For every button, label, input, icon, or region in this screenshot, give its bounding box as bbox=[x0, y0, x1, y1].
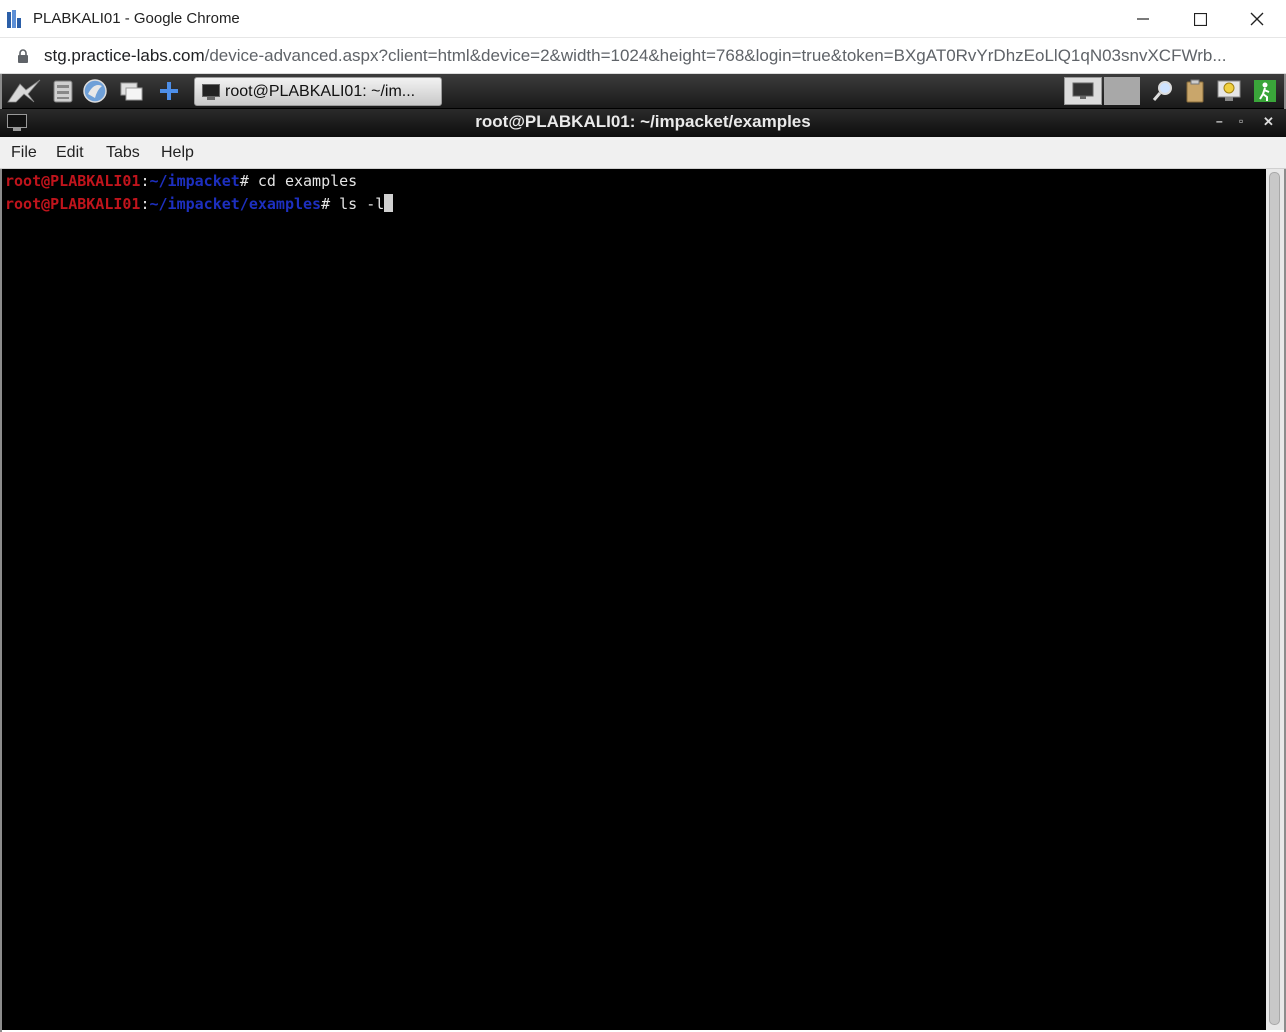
browser-icon[interactable] bbox=[82, 78, 108, 104]
terminal-line: root@PLABKALI01:~/impacket/examples# ls … bbox=[5, 194, 394, 213]
monitor-icon bbox=[1072, 82, 1094, 99]
terminal-icon bbox=[202, 84, 220, 100]
close-icon bbox=[1250, 12, 1264, 26]
taskbar-terminal-button[interactable]: root@PLABKALI01: ~/im... bbox=[194, 77, 442, 106]
desktop-panel: root@PLABKALI01: ~/im... bbox=[0, 74, 1286, 109]
menu-edit[interactable]: Edit bbox=[56, 144, 84, 162]
terminal-close-icon[interactable]: ✕ bbox=[1263, 114, 1274, 130]
maximize-icon bbox=[1193, 12, 1207, 26]
minimize-icon bbox=[1137, 18, 1149, 20]
browser-titlebar: PLABKALI01 - Google Chrome bbox=[0, 0, 1286, 38]
prompt-separator: : bbox=[140, 172, 150, 190]
terminal-menubar: File Edit Tabs Help bbox=[0, 137, 1286, 169]
prompt-path: ~/impacket bbox=[149, 172, 240, 190]
url-text[interactable]: stg.practice-labs.com/device-advanced.as… bbox=[44, 46, 1269, 66]
prompt-symbol: # bbox=[239, 172, 258, 190]
window-title: PLABKALI01 - Google Chrome bbox=[33, 10, 240, 27]
prompt-path: ~/impacket/examples bbox=[149, 195, 322, 213]
lock-icon bbox=[18, 49, 28, 63]
logout-icon[interactable] bbox=[1252, 78, 1278, 104]
url-path: /device-advanced.aspx?client=html&device… bbox=[204, 46, 1227, 65]
minimize-button[interactable] bbox=[1114, 0, 1172, 38]
menu-help[interactable]: Help bbox=[161, 144, 194, 162]
add-launcher-icon[interactable] bbox=[156, 78, 182, 104]
app-icon bbox=[7, 10, 21, 28]
maximize-button[interactable] bbox=[1171, 0, 1229, 38]
notification-icon[interactable] bbox=[1216, 78, 1242, 104]
tray-screen-button[interactable] bbox=[1064, 77, 1102, 105]
text-cursor bbox=[384, 194, 394, 212]
prompt-separator: : bbox=[140, 195, 150, 213]
taskbar-terminal-label: root@PLABKALI01: ~/im... bbox=[225, 83, 416, 100]
menu-tabs[interactable]: Tabs bbox=[106, 144, 140, 162]
command-text: cd examples bbox=[257, 172, 358, 190]
terminal-maximize-icon[interactable]: ▫ bbox=[1239, 114, 1243, 128]
close-button[interactable] bbox=[1228, 0, 1286, 38]
url-host: stg.practice-labs.com bbox=[44, 46, 205, 65]
kali-menu-icon[interactable] bbox=[6, 78, 42, 104]
clipboard-icon[interactable] bbox=[1182, 78, 1208, 104]
show-desktop-icon[interactable] bbox=[118, 78, 144, 104]
terminal-line: root@PLABKALI01:~/impacket# cd examples bbox=[5, 172, 357, 190]
menu-file[interactable]: File bbox=[11, 144, 37, 162]
prompt-symbol: # bbox=[321, 195, 340, 213]
file-manager-icon[interactable] bbox=[50, 78, 76, 104]
address-bar[interactable]: stg.practice-labs.com/device-advanced.as… bbox=[0, 38, 1286, 74]
terminal-output[interactable]: root@PLABKALI01:~/impacket# cd examples … bbox=[2, 169, 1266, 1030]
terminal-titlebar: root@PLABKALI01: ~/impacket/examples – ▫… bbox=[0, 109, 1286, 137]
prompt-user: root@PLABKALI01 bbox=[5, 172, 141, 190]
prompt-user: root@PLABKALI01 bbox=[5, 195, 141, 213]
command-text: ls -l bbox=[339, 195, 385, 213]
terminal-scrollbar[interactable] bbox=[1266, 169, 1284, 1030]
tray-empty-slot[interactable] bbox=[1104, 77, 1140, 105]
search-icon[interactable] bbox=[1150, 78, 1176, 104]
terminal-title: root@PLABKALI01: ~/impacket/examples bbox=[475, 112, 811, 131]
terminal-minimize-icon[interactable]: – bbox=[1216, 114, 1223, 128]
scrollbar-thumb[interactable] bbox=[1269, 172, 1280, 1025]
